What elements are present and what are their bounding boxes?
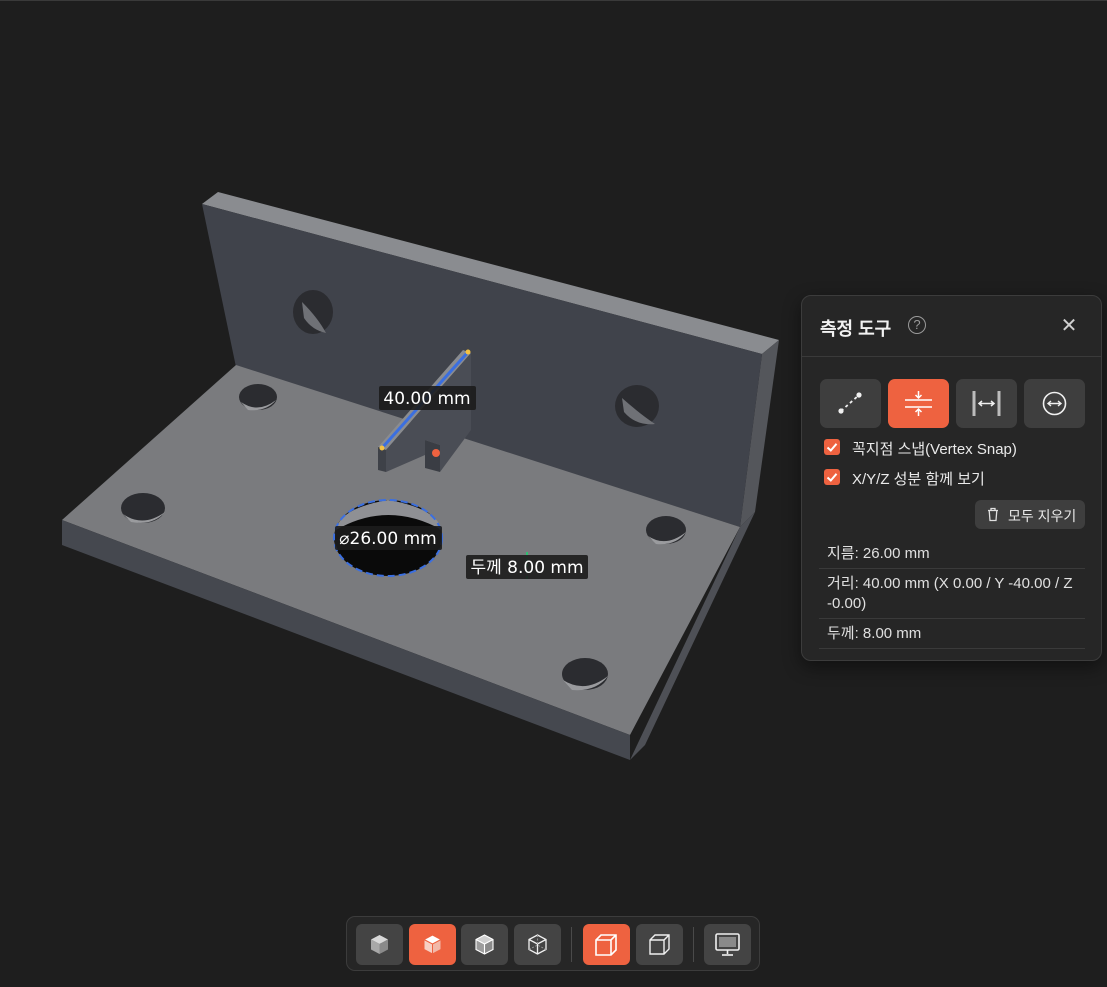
xyz-components-checkbox[interactable]: [824, 469, 840, 485]
hidden-line-cube-icon: [475, 934, 494, 955]
close-icon[interactable]: ✕: [1058, 315, 1080, 337]
result-thickness: 두께: 8.00 mm: [819, 619, 1085, 649]
vertex-snap-label: 꼭지점 스냅(Vertex Snap): [852, 441, 1017, 458]
display-settings-button[interactable]: [704, 924, 751, 965]
shaded-edges-view-button[interactable]: [409, 924, 456, 965]
wall-hole-left: [293, 290, 333, 334]
base-hole: [562, 658, 608, 691]
trash-icon: [988, 507, 998, 522]
shaded-edges-cube-icon: [423, 934, 442, 955]
diameter-icon: [1042, 391, 1067, 416]
distance-label: 40.00 mm: [383, 389, 470, 409]
perspective-view-button[interactable]: [583, 924, 630, 965]
vertex-snap-checkbox[interactable]: [824, 439, 840, 455]
measurement-results: 지름: 26.00 mm 거리: 40.00 mm (X 0.00 / Y -4…: [819, 539, 1085, 649]
wireframe-view-button[interactable]: [514, 924, 561, 965]
clear-all-button[interactable]: 모두 지우기: [975, 500, 1085, 529]
toolbar-separator: [571, 927, 572, 962]
toolbar-separator: [693, 927, 694, 962]
help-icon[interactable]: ?: [908, 316, 926, 334]
point-to-point-distance-icon: [838, 392, 862, 414]
point-to-point-distance-button[interactable]: [820, 379, 881, 428]
orthographic-view-button[interactable]: [636, 924, 683, 965]
view-toolbar: [346, 916, 760, 971]
edge-length-button[interactable]: [956, 379, 1017, 428]
wall-hole-right: [615, 385, 659, 427]
panel-title: 측정 도구: [820, 319, 892, 339]
diameter-tool-button[interactable]: [1024, 379, 1085, 428]
edge-length-icon: [972, 391, 1001, 416]
xyz-components-label: X/Y/Z 성분 함께 보기: [852, 471, 985, 488]
thickness-measurement[interactable]: 두께 8.00 mm: [466, 552, 588, 582]
base-hole: [121, 493, 165, 523]
distance-endpoint: [465, 349, 471, 355]
distance-endpoint: [379, 445, 385, 451]
monitor-icon: [715, 933, 740, 956]
orthographic-view-icon: [649, 934, 670, 955]
thickness-icon: [905, 391, 932, 416]
hidden-line-view-button[interactable]: [461, 924, 508, 965]
result-diameter: 지름: 26.00 mm: [819, 539, 1085, 569]
pick-point-marker: [432, 449, 440, 457]
shaded-view-button[interactable]: [356, 924, 403, 965]
thickness-tool-button[interactable]: [888, 379, 949, 428]
perspective-view-icon: [595, 934, 617, 956]
panel-header: 측정 도구 ? ✕: [802, 296, 1101, 357]
thickness-label: 두께 8.00 mm: [470, 558, 583, 578]
clear-all-label: 모두 지우기: [1008, 508, 1077, 524]
measurement-panel: 측정 도구 ? ✕ 꼭지점 스냅(Vertex Snap) X/Y/Z 성분 함…: [801, 295, 1102, 661]
result-distance: 거리: 40.00 mm (X 0.00 / Y -40.00 / Z -0.0…: [819, 569, 1085, 619]
diameter-label: ⌀26.00 mm: [339, 529, 436, 549]
wireframe-cube-icon: [528, 934, 547, 955]
bracket-model[interactable]: [62, 192, 779, 760]
shaded-cube-icon: [371, 935, 388, 954]
